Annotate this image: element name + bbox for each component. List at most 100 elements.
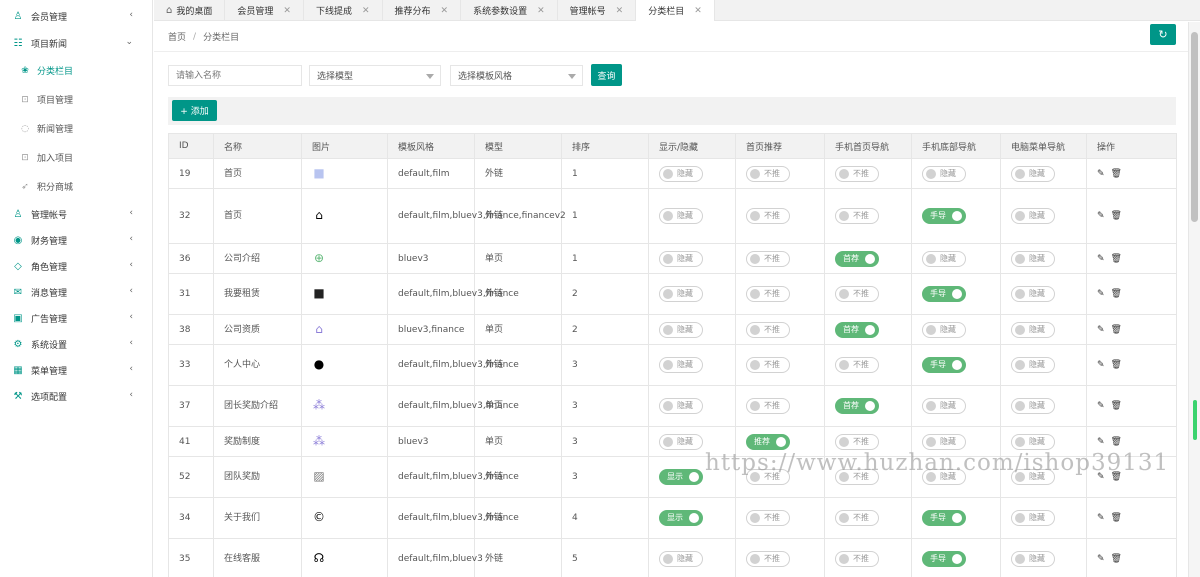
show-toggle[interactable]: 显示 — [659, 469, 703, 485]
mobile-home-nav-toggle[interactable]: 不推 — [835, 357, 879, 373]
model-select[interactable]: 选择模型 — [309, 65, 441, 86]
show-toggle[interactable]: 隐藏 — [659, 250, 703, 267]
tab-7[interactable]: 分类栏目 ✕ — [636, 0, 715, 21]
delete-icon[interactable]: 🗑 — [1111, 211, 1122, 221]
edit-icon[interactable]: ✎ — [1097, 325, 1105, 335]
mobile-bottom-nav-toggle[interactable]: 隐藏 — [922, 433, 966, 450]
home-recommend-toggle[interactable]: 不推 — [746, 321, 790, 338]
mobile-bottom-nav-toggle[interactable]: 手导 — [922, 208, 966, 224]
close-icon[interactable]: ✕ — [616, 6, 624, 16]
mobile-home-nav-toggle[interactable]: 首荐 — [835, 321, 879, 338]
show-toggle[interactable]: 隐藏 — [659, 165, 703, 182]
pc-menu-nav-toggle[interactable]: 隐藏 — [1011, 357, 1055, 373]
mobile-bottom-nav-toggle[interactable]: 隐藏 — [922, 469, 966, 485]
sidebar-item[interactable]: ⚙ 系统设置 ‹ — [0, 331, 153, 357]
mobile-bottom-nav-toggle[interactable]: 隐藏 — [922, 250, 966, 267]
pc-menu-nav-toggle[interactable]: 隐藏 — [1011, 510, 1055, 526]
scrollbar-thumb[interactable] — [1191, 32, 1198, 222]
show-toggle[interactable]: 隐藏 — [659, 208, 703, 224]
sidebar-subitem[interactable]: ➶ 积分商城 — [0, 172, 153, 201]
sidebar-item[interactable]: ◇ 角色管理 ‹ — [0, 253, 153, 279]
sidebar-subitem[interactable]: ◌ 新闻管理 — [0, 114, 153, 143]
mobile-home-nav-toggle[interactable]: 首荐 — [835, 398, 879, 414]
home-recommend-toggle[interactable]: 不推 — [746, 286, 790, 302]
mobile-home-nav-toggle[interactable]: 不推 — [835, 208, 879, 224]
show-toggle[interactable]: 隐藏 — [659, 321, 703, 338]
vertical-scrollbar[interactable] — [1188, 22, 1200, 577]
tab-1[interactable]: ⌂ 我的桌面 — [154, 0, 226, 21]
mobile-home-nav-toggle[interactable]: 首荐 — [835, 250, 879, 267]
sidebar-item[interactable]: ♙ 会员管理 ‹ — [0, 3, 153, 29]
sidebar-item[interactable]: ▦ 菜单管理 ‹ — [0, 357, 153, 383]
style-select[interactable]: 选择模板风格 — [450, 65, 583, 86]
edit-icon[interactable]: ✎ — [1097, 289, 1105, 299]
delete-icon[interactable]: 🗑 — [1111, 437, 1122, 447]
sidebar-item[interactable]: ♙ 管理帐号 ‹ — [0, 201, 153, 227]
breadcrumb-home[interactable]: 首页 — [168, 30, 186, 43]
home-recommend-toggle[interactable]: 不推 — [746, 510, 790, 526]
home-recommend-toggle[interactable]: 不推 — [746, 208, 790, 224]
pc-menu-nav-toggle[interactable]: 隐藏 — [1011, 469, 1055, 485]
pc-menu-nav-toggle[interactable]: 隐藏 — [1011, 165, 1055, 182]
add-button[interactable]: + 添加 — [172, 100, 217, 121]
delete-icon[interactable]: 🗑 — [1111, 289, 1122, 299]
show-toggle[interactable]: 隐藏 — [659, 398, 703, 414]
delete-icon[interactable]: 🗑 — [1111, 513, 1122, 523]
sidebar-item[interactable]: ⚒ 选项配置 ‹ — [0, 383, 153, 409]
edit-icon[interactable]: ✎ — [1097, 437, 1105, 447]
close-icon[interactable]: ✕ — [441, 6, 449, 16]
delete-icon[interactable]: 🗑 — [1111, 401, 1122, 411]
mobile-bottom-nav-toggle[interactable]: 隐藏 — [922, 165, 966, 182]
delete-icon[interactable]: 🗑 — [1111, 554, 1122, 564]
mobile-bottom-nav-toggle[interactable]: 隐藏 — [922, 398, 966, 414]
mobile-bottom-nav-toggle[interactable]: 手导 — [922, 510, 966, 526]
sidebar-subitem[interactable]: ⊡ 加入项目 — [0, 143, 153, 172]
tab-3[interactable]: 下线提成 ✕ — [304, 0, 383, 21]
edit-icon[interactable]: ✎ — [1097, 211, 1105, 221]
tab-4[interactable]: 推荐分布 ✕ — [383, 0, 462, 21]
mobile-home-nav-toggle[interactable]: 不推 — [835, 551, 879, 567]
edit-icon[interactable]: ✎ — [1097, 554, 1105, 564]
home-recommend-toggle[interactable]: 不推 — [746, 551, 790, 567]
sidebar-item[interactable]: ✉ 消息管理 ‹ — [0, 279, 153, 305]
tab-2[interactable]: 会员管理 ✕ — [225, 0, 304, 21]
mobile-home-nav-toggle[interactable]: 不推 — [835, 469, 879, 485]
pc-menu-nav-toggle[interactable]: 隐藏 — [1011, 250, 1055, 267]
mobile-home-nav-toggle[interactable]: 不推 — [835, 286, 879, 302]
mobile-home-nav-toggle[interactable]: 不推 — [835, 510, 879, 526]
edit-icon[interactable]: ✎ — [1097, 472, 1105, 482]
sidebar-item[interactable]: ◉ 财务管理 ‹ — [0, 227, 153, 253]
close-icon[interactable]: ✕ — [362, 6, 370, 16]
pc-menu-nav-toggle[interactable]: 隐藏 — [1011, 321, 1055, 338]
home-recommend-toggle[interactable]: 推荐 — [746, 433, 790, 450]
home-recommend-toggle[interactable]: 不推 — [746, 357, 790, 373]
show-toggle[interactable]: 隐藏 — [659, 286, 703, 302]
mobile-bottom-nav-toggle[interactable]: 隐藏 — [922, 321, 966, 338]
mobile-home-nav-toggle[interactable]: 不推 — [835, 433, 879, 450]
edit-icon[interactable]: ✎ — [1097, 401, 1105, 411]
query-button[interactable]: 查询 — [591, 64, 622, 86]
show-toggle[interactable]: 隐藏 — [659, 433, 703, 450]
home-recommend-toggle[interactable]: 不推 — [746, 398, 790, 414]
pc-menu-nav-toggle[interactable]: 隐藏 — [1011, 398, 1055, 414]
sidebar-subitem[interactable]: ❀ 分类栏目 — [0, 56, 153, 85]
close-icon[interactable]: ✕ — [694, 6, 702, 16]
home-recommend-toggle[interactable]: 不推 — [746, 469, 790, 485]
delete-icon[interactable]: 🗑 — [1111, 360, 1122, 370]
edit-icon[interactable]: ✎ — [1097, 254, 1105, 264]
sidebar-subitem[interactable]: ⊡ 项目管理 — [0, 85, 153, 114]
pc-menu-nav-toggle[interactable]: 隐藏 — [1011, 433, 1055, 450]
delete-icon[interactable]: 🗑 — [1111, 325, 1122, 335]
tab-6[interactable]: 管理帐号 ✕ — [558, 0, 637, 21]
pc-menu-nav-toggle[interactable]: 隐藏 — [1011, 551, 1055, 567]
show-toggle[interactable]: 隐藏 — [659, 551, 703, 567]
mobile-bottom-nav-toggle[interactable]: 手导 — [922, 551, 966, 567]
delete-icon[interactable]: 🗑 — [1111, 472, 1122, 482]
delete-icon[interactable]: 🗑 — [1111, 169, 1122, 179]
home-recommend-toggle[interactable]: 不推 — [746, 165, 790, 182]
sidebar-item[interactable]: ▣ 广告管理 ‹ — [0, 305, 153, 331]
mobile-bottom-nav-toggle[interactable]: 手导 — [922, 286, 966, 302]
pc-menu-nav-toggle[interactable]: 隐藏 — [1011, 208, 1055, 224]
tab-5[interactable]: 系统参数设置 ✕ — [461, 0, 558, 21]
mobile-home-nav-toggle[interactable]: 不推 — [835, 165, 879, 182]
